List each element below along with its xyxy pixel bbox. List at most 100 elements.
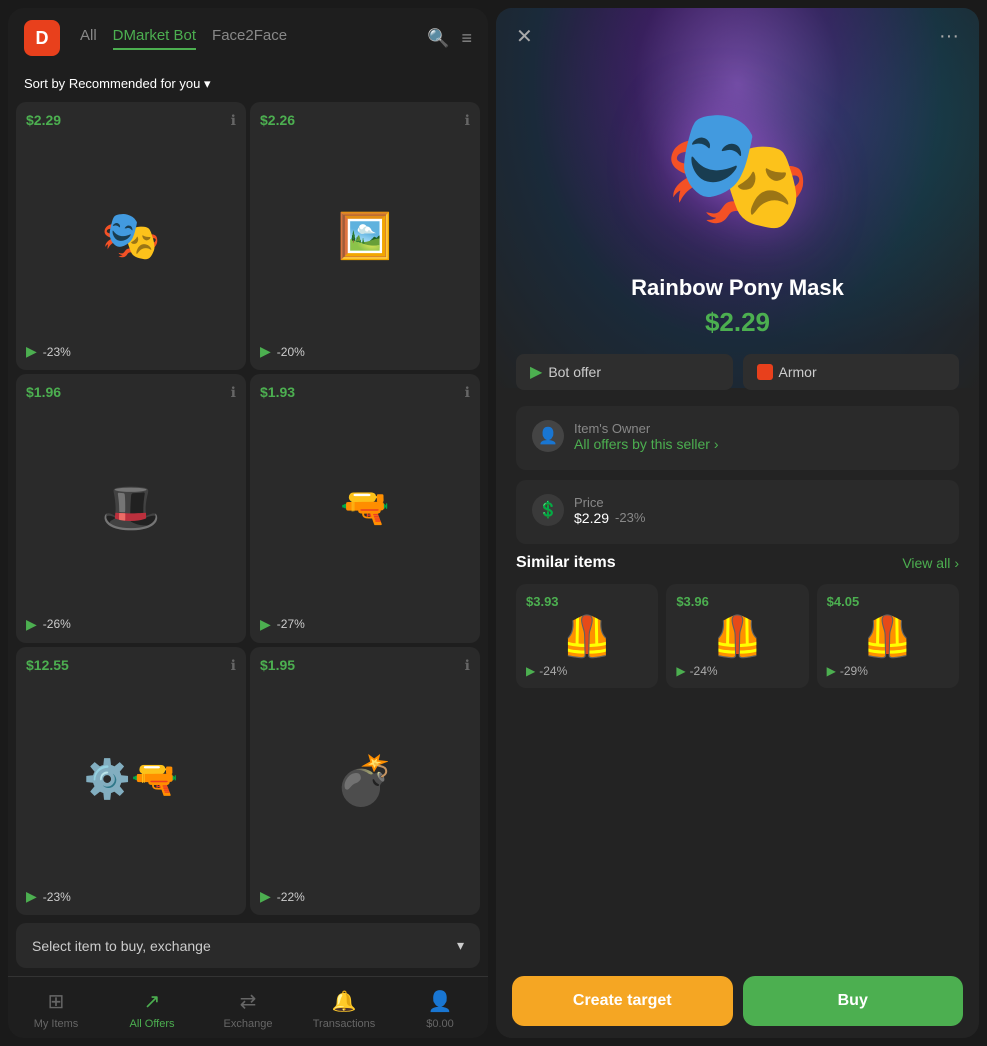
app-logo: D: [24, 20, 60, 56]
item-discount-3: -26%: [43, 617, 71, 631]
similar-arrow-icon-3: ▶: [827, 664, 836, 678]
sort-chevron-icon[interactable]: ▾: [204, 76, 211, 91]
item-price-3: $1.96: [26, 384, 236, 400]
action-buttons: Create target Buy: [496, 964, 979, 1038]
similar-footer-2: ▶ -24%: [676, 664, 798, 678]
item-footer-1: ▶ -23%: [26, 343, 236, 360]
tab-dmarket-bot[interactable]: DMarket Bot: [113, 27, 196, 50]
similar-card-3[interactable]: $4.05 🦺 ▶ -29%: [817, 584, 959, 688]
similar-image-2: 🦺: [676, 613, 798, 660]
buy-button[interactable]: Buy: [743, 976, 964, 1026]
item-footer-6: ▶ -22%: [260, 888, 470, 905]
item-price-2: $2.26: [260, 112, 470, 128]
item-info-icon-2[interactable]: ℹ: [465, 112, 470, 129]
all-offers-by-seller-link[interactable]: All offers by this seller ›: [574, 436, 719, 452]
select-bar-label: Select item to buy, exchange: [32, 938, 211, 954]
detail-info: Rainbow Pony Mask $2.29 ▶ Bot offer Armo…: [496, 265, 979, 964]
item-card-5[interactable]: $12.55 ℹ ⚙️🔫 ▶ -23%: [16, 647, 246, 915]
item-info-icon-3[interactable]: ℹ: [231, 384, 236, 401]
nav-all-offers-label: All Offers: [129, 1018, 174, 1030]
similar-image-1: 🦺: [526, 613, 648, 660]
seller-link-chevron-icon: ›: [714, 436, 719, 452]
tab-face2face[interactable]: Face2Face: [212, 27, 287, 50]
item-info-icon-4[interactable]: ℹ: [465, 384, 470, 401]
nav-exchange[interactable]: ⇄ Exchange: [200, 985, 296, 1034]
tags-row: ▶ Bot offer Armor: [516, 354, 959, 390]
similar-items-section: Similar items View all › $3.93 🦺 ▶ -24%: [516, 554, 959, 688]
item-discount-5: -23%: [43, 890, 71, 904]
sort-prefix: Sort by: [24, 76, 65, 91]
tag-bot-offer[interactable]: ▶ Bot offer: [516, 354, 733, 390]
item-card-3[interactable]: $1.96 ℹ 🎩 ▶ -26%: [16, 374, 246, 642]
similar-footer-3: ▶ -29%: [827, 664, 949, 678]
detail-item-price: $2.29: [516, 307, 959, 338]
nav-tabs: All DMarket Bot Face2Face: [80, 27, 407, 50]
similar-card-1[interactable]: $3.93 🦺 ▶ -24%: [516, 584, 658, 688]
dmarket-arrow-icon-4: ▶: [260, 616, 271, 633]
item-image-5: ⚙️🔫: [26, 677, 236, 884]
item-card-2[interactable]: $2.26 ℹ 🖼️ ▶ -20%: [250, 102, 480, 370]
item-image-1: 🎭: [26, 132, 236, 339]
similar-discount-1: -24%: [539, 664, 567, 678]
similar-card-2[interactable]: $3.96 🦺 ▶ -24%: [666, 584, 808, 688]
item-info-icon-6[interactable]: ℹ: [465, 657, 470, 674]
filter-icon[interactable]: ≡: [461, 28, 472, 49]
price-value: $2.29: [574, 510, 609, 526]
exchange-icon: ⇄: [240, 989, 257, 1014]
dmarket-arrow-icon-6: ▶: [260, 888, 271, 905]
bottom-nav: ⊞ My Items ↗ All Offers ⇄ Exchange 🔔 Tra…: [8, 976, 488, 1038]
item-discount-6: -22%: [277, 890, 305, 904]
close-button[interactable]: ✕: [516, 24, 533, 49]
similar-cards: $3.93 🦺 ▶ -24% $3.96 🦺 ▶ -24%: [516, 584, 959, 688]
owner-details: Item's Owner All offers by this seller ›: [574, 421, 719, 452]
owner-avatar: 👤: [532, 420, 564, 452]
view-all-link[interactable]: View all ›: [902, 555, 959, 571]
bell-icon: 🔔: [332, 989, 357, 1014]
similar-discount-3: -29%: [840, 664, 868, 678]
item-image-4: 🔫: [260, 404, 470, 611]
item-card-6[interactable]: $1.95 ℹ 💣 ▶ -22%: [250, 647, 480, 915]
sort-value[interactable]: Recommended for you: [69, 76, 201, 91]
search-icon[interactable]: 🔍: [427, 28, 449, 49]
nav-all-offers[interactable]: ↗ All Offers: [104, 985, 200, 1034]
create-target-button[interactable]: Create target: [512, 976, 733, 1026]
select-bar[interactable]: Select item to buy, exchange ▾: [16, 923, 480, 968]
more-button[interactable]: ···: [939, 25, 959, 48]
nav-transactions[interactable]: 🔔 Transactions: [296, 985, 392, 1034]
nav-balance[interactable]: 👤 $0.00: [392, 985, 488, 1034]
owner-header: 👤 Item's Owner All offers by this seller…: [532, 420, 943, 452]
item-discount-2: -20%: [277, 345, 305, 359]
item-info-icon-5[interactable]: ℹ: [231, 657, 236, 674]
item-image-6: 💣: [260, 677, 470, 884]
item-footer-5: ▶ -23%: [26, 888, 236, 905]
armor-icon: [757, 364, 773, 380]
item-info-icon-1[interactable]: ℹ: [231, 112, 236, 129]
nav-my-items[interactable]: ⊞ My Items: [8, 985, 104, 1034]
price-discount: -23%: [615, 510, 645, 525]
price-section: 💲 Price $2.29 -23%: [516, 480, 959, 544]
item-image-2: 🖼️: [260, 132, 470, 339]
user-icon: 👤: [428, 989, 453, 1014]
view-all-text: View all: [902, 555, 950, 571]
item-price-5: $12.55: [26, 657, 236, 673]
bot-offer-icon: ▶: [530, 362, 542, 382]
all-offers-icon: ↗: [144, 989, 161, 1014]
detail-image-area: 🎭: [496, 65, 979, 265]
item-card-1[interactable]: $2.29 ℹ 🎭 ▶ -23%: [16, 102, 246, 370]
item-footer-2: ▶ -20%: [260, 343, 470, 360]
similar-arrow-icon-1: ▶: [526, 664, 535, 678]
tab-all[interactable]: All: [80, 27, 97, 50]
owner-section: 👤 Item's Owner All offers by this seller…: [516, 406, 959, 470]
price-header: 💲 Price $2.29 -23%: [532, 494, 943, 526]
similar-image-3: 🦺: [827, 613, 949, 660]
tag-armor[interactable]: Armor: [743, 354, 960, 390]
left-panel: D All DMarket Bot Face2Face 🔍 ≡ Sort by …: [8, 8, 488, 1038]
item-image-3: 🎩: [26, 404, 236, 611]
dmarket-arrow-icon-5: ▶: [26, 888, 37, 905]
dmarket-arrow-icon-1: ▶: [26, 343, 37, 360]
item-footer-3: ▶ -26%: [26, 616, 236, 633]
item-card-4[interactable]: $1.93 ℹ 🔫 ▶ -27%: [250, 374, 480, 642]
detail-item-image: 🎭: [663, 100, 812, 240]
item-price-4: $1.93: [260, 384, 470, 400]
similar-price-1: $3.93: [526, 594, 648, 609]
